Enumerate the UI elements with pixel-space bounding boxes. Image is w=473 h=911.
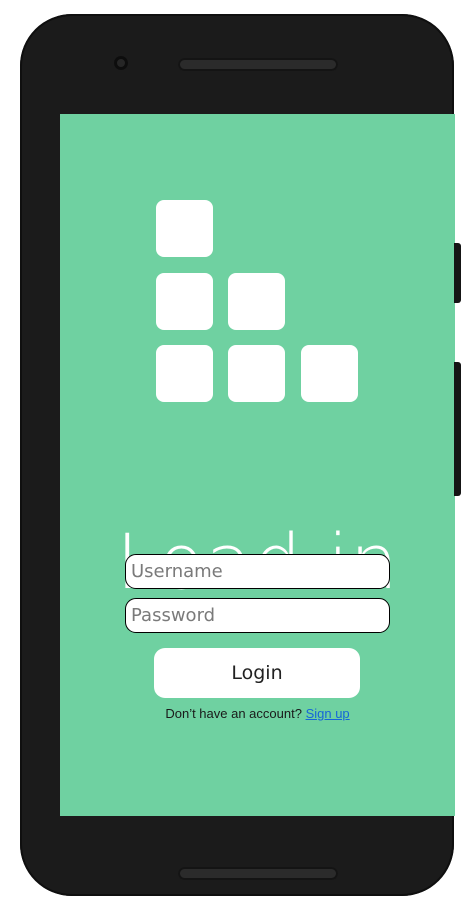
earpiece-speaker xyxy=(178,58,338,71)
logo-block xyxy=(301,345,358,402)
power-button xyxy=(454,243,461,303)
signup-row: Don’t have an account? Sign up xyxy=(60,706,455,721)
logo-block xyxy=(228,273,285,330)
password-input[interactable] xyxy=(125,598,390,633)
front-camera-icon xyxy=(114,56,128,70)
logo-block xyxy=(156,273,213,330)
login-button[interactable]: Login xyxy=(154,648,360,698)
signup-link[interactable]: Sign up xyxy=(306,706,350,721)
phone-frame: Load.in Login Don’t have an account? Sig… xyxy=(20,14,455,896)
logo-block xyxy=(228,345,285,402)
volume-rocker xyxy=(454,362,461,496)
logo-block xyxy=(156,200,213,257)
logo-block xyxy=(156,345,213,402)
username-input[interactable] xyxy=(125,554,390,589)
signup-prompt: Don’t have an account? xyxy=(165,706,306,721)
app-screen: Load.in Login Don’t have an account? Sig… xyxy=(60,114,455,816)
bottom-speaker xyxy=(178,867,338,880)
